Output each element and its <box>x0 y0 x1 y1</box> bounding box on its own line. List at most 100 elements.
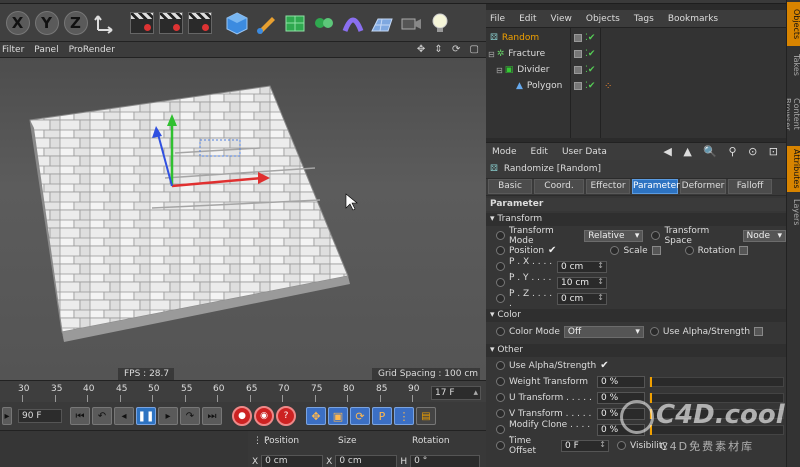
keyframe-radio[interactable] <box>684 246 694 255</box>
modify-clone-field[interactable]: 0 % <box>597 423 645 436</box>
pen-tool-button[interactable] <box>252 9 279 36</box>
render-picture-viewer-button[interactable] <box>157 9 184 36</box>
tab-effector[interactable]: Effector <box>586 179 630 194</box>
object-row-random[interactable]: ⚄ Random ⁚✔ <box>486 30 786 46</box>
menu-mode[interactable]: Mode <box>492 147 517 157</box>
go-to-end-button[interactable]: ⏭ <box>202 407 222 425</box>
light-button[interactable] <box>426 9 453 36</box>
tab-deformer[interactable]: Deformer <box>680 179 726 194</box>
y-axis-button[interactable]: Y <box>33 9 60 36</box>
layer-flag[interactable] <box>574 50 582 58</box>
keyframe-radio[interactable] <box>496 441 505 450</box>
modify-clone-slider[interactable] <box>649 424 784 435</box>
timeline-window-button[interactable]: ▤ <box>416 407 436 425</box>
subdivision-button[interactable] <box>281 9 308 36</box>
scale-checkbox[interactable] <box>651 246 661 255</box>
pz-field[interactable]: 0 cm <box>557 292 607 305</box>
viewport-menu-panel[interactable]: Panel <box>34 45 58 55</box>
tree-collapse-icon[interactable]: ⊟ <box>496 66 503 75</box>
keyframe-radio[interactable] <box>617 441 626 450</box>
next-frame-button[interactable]: ▸ <box>158 407 178 425</box>
tab-coord[interactable]: Coord. <box>534 179 584 194</box>
section-other-header[interactable]: ▾ Other <box>486 344 786 357</box>
menu-bookmarks[interactable]: Bookmarks <box>668 14 718 24</box>
key-rotation-button[interactable]: ⟳ <box>350 407 370 425</box>
object-row-polygon[interactable]: ▲ Polygon ⁚✔ ⁘ <box>486 78 786 94</box>
keyframe-radio[interactable] <box>610 246 620 255</box>
current-frame-field[interactable]: 17 F <box>431 386 481 400</box>
tab-basic[interactable]: Basic <box>488 179 532 194</box>
menu-edit[interactable]: Edit <box>519 14 536 24</box>
color-alpha-checkbox[interactable] <box>754 327 764 336</box>
key-position-button[interactable]: ✥ <box>306 407 326 425</box>
keyframe-radio[interactable] <box>496 393 505 402</box>
tab-falloff[interactable]: Falloff <box>728 179 772 194</box>
environment-button[interactable] <box>368 9 395 36</box>
side-tab-takes[interactable]: Takes <box>787 50 800 80</box>
keyframe-radio[interactable] <box>496 262 505 271</box>
menu-file[interactable]: File <box>490 14 505 24</box>
rotation-checkbox[interactable] <box>739 246 749 255</box>
weight-transform-slider-knob[interactable] <box>650 376 652 387</box>
key-parameter-button[interactable]: P <box>372 407 392 425</box>
tree-collapse-icon[interactable]: ⊟ <box>488 50 495 59</box>
weight-transform-field[interactable]: 0 % <box>597 375 645 388</box>
keyframe-radio[interactable] <box>496 377 505 386</box>
rotation-h-field[interactable]: 0 ° <box>410 455 481 467</box>
3d-viewport[interactable] <box>0 58 486 380</box>
layer-flag[interactable] <box>574 66 582 74</box>
start-frame-field[interactable]: 90 F <box>18 409 62 423</box>
keyframe-radio[interactable] <box>496 409 505 418</box>
v-transform-slider-knob[interactable] <box>650 408 652 419</box>
z-axis-button[interactable]: Z <box>62 9 89 36</box>
u-transform-slider[interactable] <box>649 392 784 403</box>
check-icon[interactable]: ⁚✔ <box>585 33 595 43</box>
key-point-level-button[interactable]: ⋮ <box>394 407 414 425</box>
section-color-header[interactable]: ▾ Color <box>486 309 786 322</box>
keyframe-radio[interactable] <box>496 327 505 336</box>
u-transform-slider-knob[interactable] <box>650 392 652 403</box>
material-tag-icon[interactable]: ⁘ <box>604 81 612 92</box>
cloner-button[interactable] <box>310 9 337 36</box>
check-icon[interactable]: ⁚✔ <box>585 65 595 75</box>
keyframe-radio[interactable] <box>496 246 505 255</box>
previous-frame-button[interactable]: ◂ <box>114 407 134 425</box>
other-alpha-checkbox[interactable]: ✔ <box>600 360 608 371</box>
transform-mode-dropdown[interactable]: Relative <box>584 229 644 242</box>
object-row-fracture[interactable]: ⊟ ✲ Fracture ⁚✔ <box>486 46 786 62</box>
side-tab-content-browser[interactable]: Content Browser <box>787 84 800 144</box>
keyframe-selection-button[interactable]: ? <box>276 406 296 426</box>
deformer-button[interactable] <box>339 9 366 36</box>
v-transform-field[interactable]: 0 % <box>597 407 645 420</box>
menu-view[interactable]: View <box>551 14 572 24</box>
next-key-button[interactable]: ↷ <box>180 407 200 425</box>
weight-transform-slider[interactable] <box>649 376 784 387</box>
menu-tags[interactable]: Tags <box>634 14 654 24</box>
layer-flag[interactable] <box>574 34 582 42</box>
camera-button[interactable] <box>397 9 424 36</box>
autokeying-button[interactable]: ◉ <box>254 406 274 426</box>
object-row-divider[interactable]: ⊟ ▣ Divider ⁚✔ <box>486 62 786 78</box>
timeline-ruler[interactable]: 30 35 40 45 50 55 60 65 70 75 80 85 90 <box>0 380 486 402</box>
menu-user-data[interactable]: User Data <box>562 147 607 157</box>
pause-button[interactable]: ❚❚ <box>136 407 156 425</box>
cube-button[interactable] <box>223 9 250 36</box>
keyframe-radio[interactable] <box>496 361 505 370</box>
keyframe-radio[interactable] <box>496 278 505 287</box>
x-axis-button[interactable]: X <box>4 9 31 36</box>
viewport-menu-prorender[interactable]: ProRender <box>69 45 115 55</box>
previous-key-button[interactable]: ↶ <box>92 407 112 425</box>
render-settings-button[interactable] <box>186 9 213 36</box>
modify-clone-slider-knob[interactable] <box>650 424 652 435</box>
check-icon[interactable]: ⁚✔ <box>585 49 595 59</box>
menu-objects[interactable]: Objects <box>586 14 620 24</box>
viewport-menu-filter[interactable]: Filter <box>2 45 24 55</box>
attributes-toolbar-icons[interactable]: ◀ ▲ 🔍 ⚲ ⊙ ⊡ <box>663 145 782 158</box>
size-x-field[interactable]: 0 cm <box>335 455 398 467</box>
keyframe-radio[interactable] <box>496 425 505 434</box>
transform-space-dropdown[interactable]: Node <box>742 229 786 242</box>
v-transform-slider[interactable] <box>649 408 784 419</box>
tab-parameter[interactable]: Parameter <box>632 179 680 194</box>
color-mode-dropdown[interactable]: Off <box>563 325 644 338</box>
record-active-objects-button[interactable]: ● <box>232 406 252 426</box>
